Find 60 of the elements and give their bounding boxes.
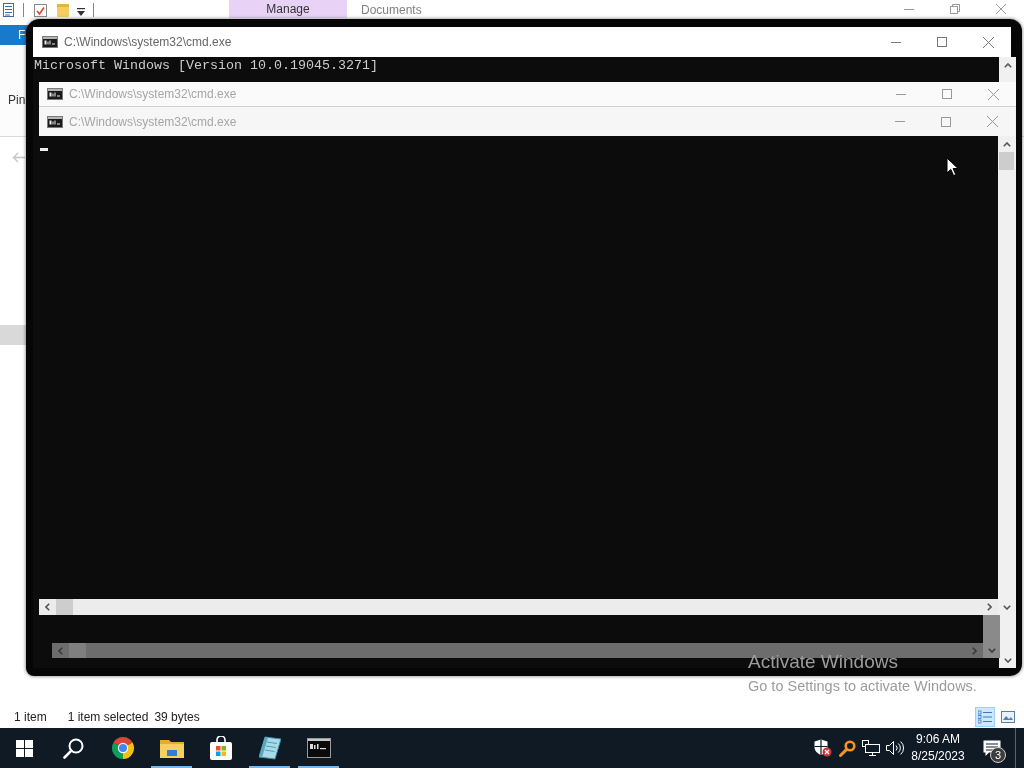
selection-info: 1 item selected bbox=[67, 709, 149, 724]
network-icon[interactable] bbox=[862, 740, 880, 756]
notebook-icon bbox=[258, 736, 281, 760]
console-icon bbox=[42, 36, 58, 48]
notification-button[interactable]: 3 bbox=[969, 728, 1015, 768]
file-size: 39 bytes bbox=[154, 709, 200, 724]
minimize-icon bbox=[891, 41, 901, 43]
magnifier-icon[interactable] bbox=[838, 739, 856, 757]
minimize-icon bbox=[896, 93, 906, 95]
console-icon bbox=[47, 115, 63, 128]
search-icon bbox=[63, 737, 84, 759]
horizontal-scrollbar[interactable] bbox=[39, 599, 998, 615]
browser-icon bbox=[110, 736, 135, 760]
mouse-pointer-icon bbox=[946, 157, 959, 177]
scrollbar-thumb[interactable] bbox=[69, 643, 86, 658]
minimize-icon bbox=[895, 121, 905, 122]
maximize-icon bbox=[942, 89, 952, 99]
folder-icon bbox=[159, 738, 184, 758]
vertical-scrollbar[interactable] bbox=[998, 136, 1015, 615]
item-count: 1 item bbox=[14, 709, 47, 724]
volume-icon[interactable] bbox=[886, 740, 904, 756]
chevron-up-icon bbox=[1002, 141, 1011, 147]
details-view-button[interactable] bbox=[975, 706, 995, 727]
maximize-icon bbox=[937, 37, 947, 47]
close-icon bbox=[982, 36, 994, 48]
restore-icon bbox=[950, 4, 960, 14]
checklist-icon[interactable] bbox=[34, 4, 47, 17]
console-icon bbox=[47, 88, 63, 100]
list-icon bbox=[978, 709, 992, 724]
close-icon bbox=[996, 4, 1006, 14]
chevron-left-icon bbox=[45, 603, 50, 611]
minimize-icon bbox=[904, 8, 914, 10]
chevron-right-icon bbox=[987, 603, 992, 611]
scrollbar-thumb[interactable] bbox=[999, 152, 1014, 170]
close-icon bbox=[987, 88, 999, 100]
start-icon bbox=[16, 739, 33, 757]
context-tab-group: Manage bbox=[229, 0, 347, 18]
console-line: Microsoft Windows [Version 10.0.19045.3271] bbox=[34, 58, 379, 74]
chevron-down-icon bbox=[1002, 604, 1011, 610]
clock-button[interactable]: 9:06 AM 8/25/2023 bbox=[907, 728, 969, 768]
close-icon bbox=[986, 116, 998, 127]
shopping-bag-icon bbox=[209, 736, 232, 760]
chevron-left-icon bbox=[58, 647, 63, 655]
window-title: Documents bbox=[361, 3, 422, 17]
chevron-up-icon bbox=[1003, 62, 1012, 68]
activation-hint: Go to Settings to activate Windows. bbox=[748, 677, 977, 695]
chevron-right-icon bbox=[972, 647, 977, 655]
window-title: C:\Windows\system32\cmd.exe bbox=[64, 35, 232, 49]
notification-badge: 3 bbox=[990, 747, 1006, 763]
window-title: C:\Windows\system32\cmd.exe bbox=[69, 87, 237, 101]
terminal-icon bbox=[306, 738, 331, 758]
shield-alert-icon[interactable] bbox=[814, 739, 832, 757]
file-tab[interactable]: F bbox=[0, 25, 30, 45]
document-lines-icon[interactable] bbox=[3, 3, 14, 17]
window-title: C:\Windows\system32\cmd.exe bbox=[69, 114, 237, 129]
picture-icon bbox=[1001, 710, 1015, 723]
dropdown-caret-icon[interactable] bbox=[77, 8, 85, 16]
scrollbar-thumb[interactable] bbox=[56, 599, 73, 615]
maximize-icon bbox=[941, 116, 951, 127]
ribbon-label: Pin bbox=[8, 93, 26, 107]
